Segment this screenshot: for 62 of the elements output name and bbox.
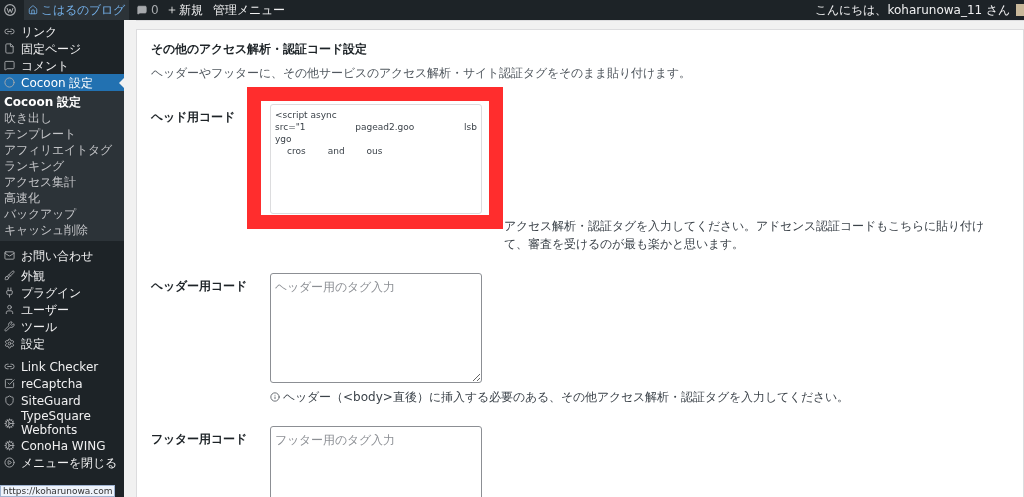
plus-icon [166,5,177,15]
shield-icon [4,395,15,406]
help-text: アクセス解析・認証タグを入力してください。アドセンス認証コードもこちらに貼り付けて、審査を受けるのが最も楽かと思います。 [504,218,985,253]
submenu-item[interactable]: アクセス集計 [0,174,124,190]
comment-icon [137,5,147,15]
sidebar-item[interactable]: メニューを閉じる [0,454,124,471]
submenu-item[interactable]: 吹き出し [0,110,124,126]
code-textarea[interactable]: フッター用のタグ入力 [270,426,482,497]
plug-icon [4,287,15,298]
user-icon [4,304,15,315]
wordpress-logo-icon[interactable] [4,4,16,16]
new-link[interactable]: 新規 [166,1,203,19]
sidebar-item[interactable]: Cocoon 設定 [0,74,124,91]
info-icon [270,392,280,402]
code-textarea[interactable]: ヘッダー用のタグ入力 [270,273,482,383]
sidebar-item[interactable]: reCaptcha [0,375,124,392]
mail-icon [4,250,15,261]
sidebar-item[interactable]: コメント [0,57,124,74]
greeting-link[interactable]: こんにちは、koharunowa_11 さん [815,1,1010,19]
home-icon [28,5,38,15]
sidebar-item[interactable]: 外観 [0,267,124,284]
submenu-item[interactable]: ランキング [0,158,124,174]
collapse-icon [4,457,15,468]
field-label: ヘッダー用コード [151,278,248,295]
link-icon [4,361,15,372]
comments-link[interactable]: 0 [137,1,159,19]
submenu-item[interactable]: 高速化 [0,190,124,206]
submenu-item[interactable]: Cocoon 設定 [0,94,124,110]
site-link[interactable]: こはるのブログ [24,0,129,20]
sidebar-item[interactable]: お問い合わせ [0,247,124,264]
submenu-item[interactable]: アフィリエイトタグ [0,142,124,158]
checkbox-icon [4,378,15,389]
field-label: フッター用コード [151,431,248,448]
sidebar-item[interactable]: TypeSquare Webfonts [0,409,124,437]
admin-menu-link[interactable]: 管理メニュー [212,1,285,19]
gear-icon [4,440,15,451]
sidebar-item[interactable]: ユーザー [0,301,124,318]
section-description: ヘッダーやフッターに、その他サービスのアクセス解析・サイト認証タグをそのまま貼り付けます。 [151,65,692,82]
submenu-item[interactable]: キャッシュ削除 [0,222,124,238]
circle-icon [4,77,15,88]
link-icon [4,26,15,37]
sidebar-item[interactable]: 固定ページ [0,40,124,57]
sidebar-item[interactable]: SiteGuard [0,392,124,409]
sidebar-item[interactable]: プラグイン [0,284,124,301]
submenu-item[interactable]: バックアップ [0,206,124,222]
code-textarea[interactable]: <script async src="1 pagead2.goo lsb ygo cros and ous [270,104,482,214]
sidebar-item[interactable]: 設定 [0,335,124,352]
section-title: その他のアクセス解析・認証コード設定 [151,41,368,58]
field-label: ヘッド用コード [151,109,236,126]
gear-icon [4,417,15,429]
brush-icon [4,270,15,281]
settings-icon [4,338,15,349]
submenu-item[interactable]: テンプレート [0,126,124,142]
status-url-tooltip: https://koharunowa.com [0,485,116,497]
sidebar-item[interactable]: リンク [0,23,124,40]
sidebar-item[interactable]: Link Checker [0,358,124,375]
sidebar-item[interactable]: ツール [0,318,124,335]
page-icon [4,43,15,54]
sidebar-item[interactable]: ConoHa WING [0,437,124,454]
help-text: ヘッダー（<body>直後）に挿入する必要のある、その他アクセス解析・認証タグを入力してください。 [283,389,849,406]
wrench-icon [4,321,15,332]
comment-icon [4,60,15,71]
